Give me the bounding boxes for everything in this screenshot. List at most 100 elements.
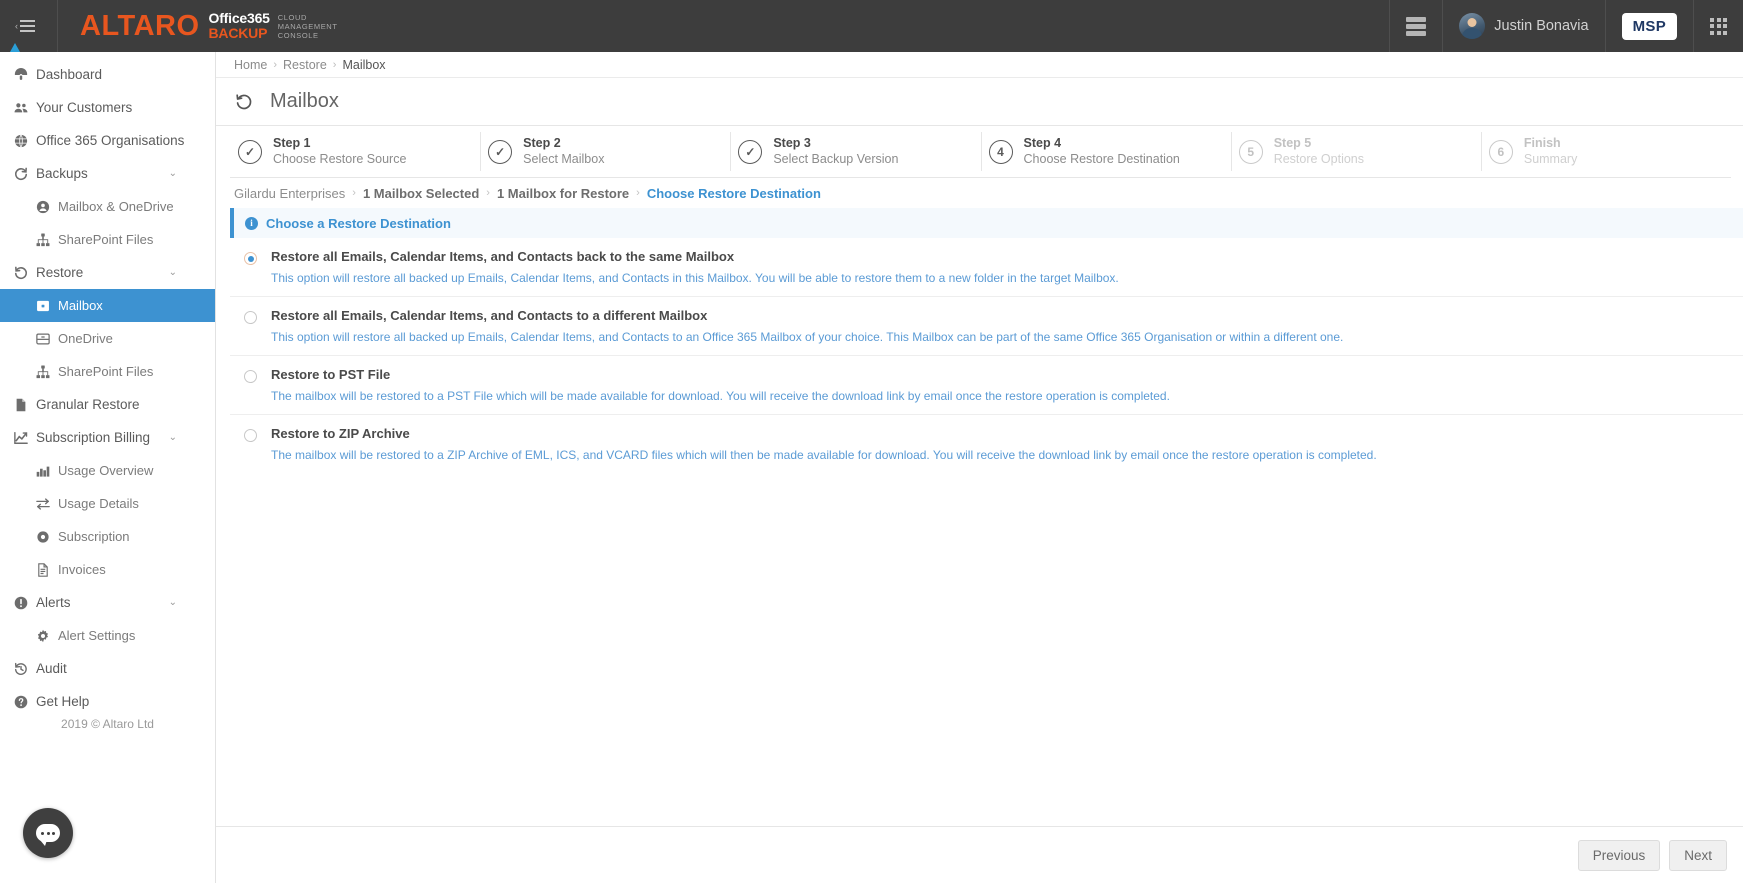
- breadcrumb-item-restore[interactable]: Restore: [283, 58, 327, 72]
- wizard-step-desc: Choose Restore Source: [273, 151, 407, 166]
- sidebar-item-sharepoint-files[interactable]: SharePoint Files: [0, 355, 215, 388]
- restore-option-3[interactable]: Restore to PST File The mailbox will be r…: [230, 356, 1743, 415]
- restore-option-4[interactable]: Restore to ZIP Archive The mailbox will b…: [230, 415, 1743, 473]
- servers-button[interactable]: [1389, 0, 1442, 52]
- app-logo[interactable]: ALTARO Office365 BACKUP CLOUD MANAGEMENT…: [10, 0, 338, 52]
- sidebar-item-audit[interactable]: Audit: [0, 652, 215, 685]
- restore-option-title: Restore all Emails, Calendar Items, and …: [271, 308, 708, 323]
- mailbox-icon: [36, 299, 58, 313]
- chevron-left-icon: ‹: [15, 20, 18, 31]
- msp-badge-button[interactable]: MSP: [1604, 0, 1693, 52]
- wizard-step-desc: Restore Options: [1273, 151, 1365, 166]
- chart-line-icon: [14, 431, 36, 445]
- sidebar-item-mailbox[interactable]: Mailbox: [0, 289, 215, 322]
- restore-option-title: Restore to ZIP Archive: [271, 426, 410, 441]
- restore-option-1[interactable]: Restore all Emails, Calendar Items, and …: [230, 238, 1743, 297]
- sidebar-item-your-customers[interactable]: Your Customers: [0, 91, 215, 124]
- logo-product: Office365 BACKUP: [209, 11, 270, 40]
- info-banner-text: Choose a Restore Destination: [266, 215, 451, 231]
- info-icon: i: [245, 216, 258, 230]
- step-complete-check-icon: ✓: [488, 139, 513, 164]
- main-content: Home › Restore › Mailbox Mailbox ✓ Step 1…: [216, 52, 1743, 883]
- wizard-step-desc: Choose Restore Destination: [1023, 151, 1180, 166]
- sidebar-item-label: Dashboard: [36, 67, 103, 82]
- restore-option-title: Restore to PST File: [271, 367, 391, 382]
- sidebar-item-mailbox-onedrive[interactable]: Mailbox & OneDrive: [0, 190, 215, 223]
- restore-option-2[interactable]: Restore all Emails, Calendar Items, and …: [230, 297, 1743, 356]
- page-title: Mailbox: [270, 90, 339, 112]
- restore-option-body: Restore all Emails, Calendar Items, and …: [271, 249, 1119, 285]
- step-number-badge: 6: [1488, 139, 1513, 164]
- wizard-crumb-organisation[interactable]: Gilardu Enterprises: [234, 186, 345, 201]
- wizard-step-5[interactable]: 5 Step 5 Restore Options: [1230, 126, 1481, 177]
- sidebar-item-label: Your Customers: [36, 100, 133, 115]
- sidebar-item-subscription[interactable]: Subscription: [0, 520, 215, 553]
- previous-button[interactable]: Previous: [1577, 839, 1661, 871]
- step-number-badge: 4: [988, 139, 1013, 164]
- sidebar-item-subscription-billing[interactable]: Subscription Billing ⌄: [0, 421, 215, 454]
- wizard-crumb-for-restore[interactable]: 1 Mailbox for Restore: [497, 186, 629, 201]
- content-filler: [216, 473, 1743, 826]
- logo-tagline-line1: CLOUD: [277, 12, 308, 22]
- restore-arrow-icon: [234, 92, 254, 112]
- username-label: Justin Bonavia: [1494, 18, 1589, 34]
- avatar: [1459, 13, 1486, 39]
- apps-button[interactable]: [1693, 0, 1743, 52]
- sitemap-icon: [36, 233, 58, 247]
- sidebar-item-usage-details[interactable]: Usage Details: [0, 487, 215, 520]
- restore-option-body: Restore to PST File The mailbox will be r…: [271, 367, 1170, 403]
- sidebar-item-usage-overview[interactable]: Usage Overview: [0, 454, 215, 487]
- top-bar: ‹ ALTARO Office365 BACKUP CLOUD MANAGEME…: [0, 0, 1743, 52]
- sidebar-item-label: Mailbox: [58, 298, 103, 313]
- restore-option-description: The mailbox will be restored to a ZIP Ar…: [271, 448, 1377, 462]
- sidebar-item-label: Backups: [36, 166, 88, 181]
- wizard-step-name: Step 2: [523, 135, 561, 150]
- restore-destination-options: Restore all Emails, Calendar Items, and …: [230, 238, 1743, 473]
- breadcrumb-separator: ›: [273, 58, 278, 71]
- sidebar-item-get-help[interactable]: Get Help: [0, 685, 215, 718]
- sidebar-item-label: Usage Details: [58, 496, 139, 511]
- sidebar-item-alerts[interactable]: Alerts ⌄: [0, 586, 215, 619]
- restore-option-description: This option will restore all backed up E…: [271, 330, 1344, 344]
- bar-chart-icon: [36, 464, 58, 478]
- sidebar-item-restore[interactable]: Restore ⌄: [0, 256, 215, 289]
- wizard-step-desc: Select Mailbox: [523, 151, 605, 166]
- restore-option-radio[interactable]: [244, 311, 257, 324]
- breadcrumb-separator: ›: [332, 58, 337, 71]
- chevron-down-icon[interactable]: ⌄: [169, 432, 177, 443]
- document-icon: [14, 398, 36, 412]
- question-circle-icon: [14, 695, 36, 709]
- chevron-down-icon[interactable]: ⌄: [169, 168, 177, 179]
- chat-bubble-icon[interactable]: [23, 808, 73, 858]
- sidebar-item-granular-restore[interactable]: Granular Restore: [0, 388, 215, 421]
- sitemap-icon: [36, 365, 58, 379]
- sidebar-item-sharepoint-files[interactable]: SharePoint Files: [0, 223, 215, 256]
- wizard-step-4[interactable]: 4 Step 4 Choose Restore Destination: [980, 126, 1231, 177]
- logo-backup-text: BACKUP: [208, 25, 268, 41]
- sidebar-item-backups[interactable]: Backups ⌄: [0, 157, 215, 190]
- next-button[interactable]: Next: [1669, 839, 1727, 871]
- sidebar-item-invoices[interactable]: Invoices: [0, 553, 215, 586]
- sidebar-item-label: Granular Restore: [36, 397, 140, 412]
- restore-option-radio[interactable]: [244, 370, 257, 383]
- user-menu[interactable]: Justin Bonavia: [1442, 0, 1604, 52]
- wizard-step-6[interactable]: 6 Finish Summary: [1480, 126, 1731, 177]
- restore-option-radio[interactable]: [244, 252, 257, 265]
- refresh-icon: [14, 167, 36, 181]
- chevron-down-icon[interactable]: ⌄: [169, 597, 177, 608]
- wizard-step-name: Step 4: [1023, 135, 1062, 150]
- wizard-step-1[interactable]: ✓ Step 1 Choose Restore Source: [230, 126, 480, 177]
- chevron-down-icon[interactable]: ⌄: [169, 267, 177, 278]
- wizard-step-2[interactable]: ✓ Step 2 Select Mailbox: [480, 126, 730, 177]
- restore-option-radio[interactable]: [244, 429, 257, 442]
- breadcrumb-item-home[interactable]: Home: [234, 58, 267, 72]
- sidebar-collapse-toggle[interactable]: ‹: [0, 0, 40, 52]
- sidebar-item-dashboard[interactable]: Dashboard: [0, 58, 215, 91]
- sidebar-item-label: Usage Overview: [58, 463, 154, 478]
- sidebar-item-office-365-organisations[interactable]: Office 365 Organisations: [0, 124, 215, 157]
- sidebar-item-alert-settings[interactable]: Alert Settings: [0, 619, 215, 652]
- wizard-step-text: Step 4 Choose Restore Destination: [1024, 136, 1180, 167]
- sidebar-item-onedrive[interactable]: OneDrive: [0, 322, 215, 355]
- wizard-step-3[interactable]: ✓ Step 3 Select Backup Version: [730, 126, 980, 177]
- wizard-crumb-selected[interactable]: 1 Mailbox Selected: [363, 186, 479, 201]
